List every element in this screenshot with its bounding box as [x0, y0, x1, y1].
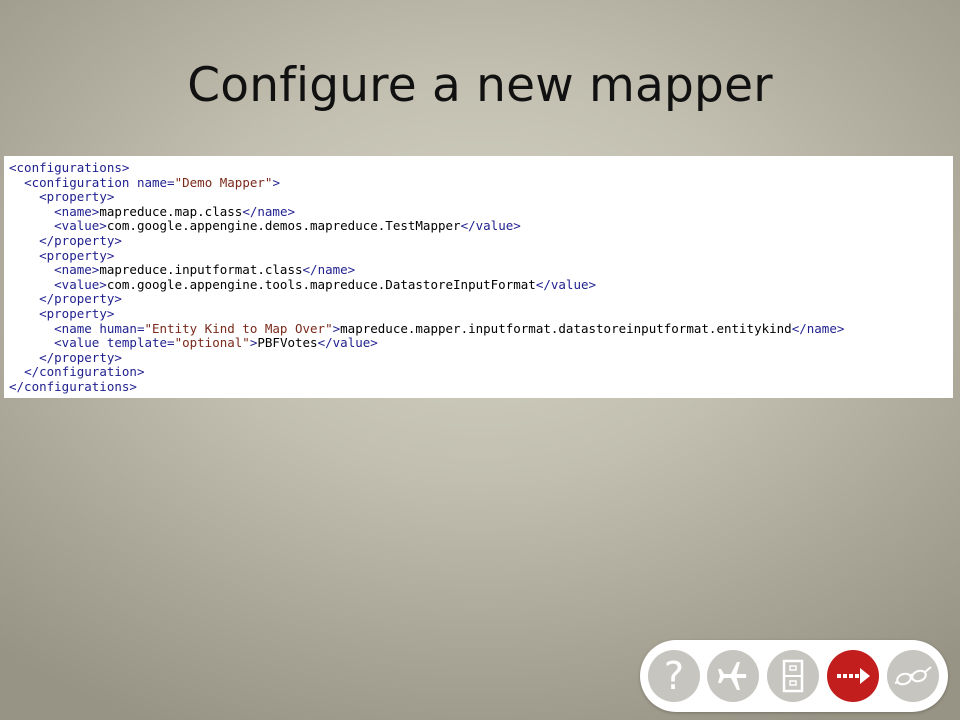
code-token-tag: >	[272, 174, 280, 190]
code-token-tag: </value>	[535, 276, 597, 292]
code-line: </configurations>	[9, 378, 953, 395]
code-line: </property>	[9, 292, 953, 307]
code-token-attr-val: "Entity Kind to Map Over"	[144, 320, 333, 336]
code-token-tag: </property>	[39, 291, 122, 307]
code-token-attr-val: "optional"	[174, 335, 250, 351]
glasses-button[interactable]	[887, 650, 939, 702]
code-line: <name>mapreduce.inputformat.class</name>	[9, 262, 953, 278]
code-token-tag: </configurations>	[9, 378, 137, 394]
help-button[interactable]: ?	[648, 650, 700, 702]
code-token-tag: </name>	[791, 320, 845, 336]
code-token-txt: mapreduce.mapper.inputformat.datastorein…	[340, 320, 792, 336]
code-line: <configuration name="Demo Mapper">	[9, 174, 953, 191]
file-cabinet-icon	[782, 659, 804, 693]
code-line: <name>mapreduce.map.class</name>	[9, 203, 953, 220]
code-token-tag: <property>	[39, 247, 115, 263]
code-line: <value>com.google.appengine.tools.mapred…	[9, 276, 953, 293]
code-token-txt: mapreduce.inputformat.class	[99, 262, 303, 278]
airplane-button[interactable]	[707, 650, 759, 702]
code-token-tag: <property>	[39, 305, 115, 321]
code-line: <name human="Entity Kind to Map Over">ma…	[9, 320, 953, 337]
slide-navigation-bar: ?	[640, 640, 948, 712]
code-token-txt: com.google.appengine.tools.mapreduce.Dat…	[106, 276, 536, 292]
code-token-tag: <name	[54, 320, 100, 336]
code-token-tag: <value	[54, 335, 107, 351]
code-line: </property>	[9, 349, 953, 366]
code-line: </property>	[9, 232, 953, 249]
next-button[interactable]	[827, 650, 879, 702]
code-token-txt: mapreduce.map.class	[99, 203, 243, 219]
dotted-arrow-right-icon	[837, 668, 870, 684]
code-line: </configuration>	[9, 365, 953, 380]
eyeglasses-icon	[894, 666, 932, 686]
code-token-tag: <value>	[54, 218, 107, 234]
code-token-attr-name: human=	[99, 320, 145, 336]
code-line: <property>	[9, 189, 953, 205]
code-token-txt: PBFVotes	[257, 335, 318, 351]
code-line: <value>com.google.appengine.demos.mapred…	[9, 219, 953, 234]
code-token-tag: <value>	[54, 276, 107, 292]
code-token-txt: com.google.appengine.demos.mapreduce.Tes…	[106, 218, 461, 234]
slide-title: Configure a new mapper	[187, 58, 773, 113]
code-token-tag: </name>	[302, 262, 356, 278]
code-token-tag: <name>	[54, 203, 100, 219]
code-token-tag: </property>	[39, 349, 122, 365]
question-mark-icon: ?	[663, 654, 685, 698]
code-token-attr-name: name=	[136, 174, 175, 190]
code-line: <property>	[9, 305, 953, 322]
code-token-tag: </value>	[460, 218, 521, 234]
code-snippet-panel: <configurations> <configuration name="De…	[4, 156, 953, 398]
code-token-tag: <name>	[54, 262, 100, 278]
code-token-tag: <property>	[39, 189, 115, 205]
code-token-tag: <configuration	[24, 174, 137, 190]
code-line: <property>	[9, 247, 953, 264]
code-line: <configurations>	[9, 160, 953, 176]
code-line: <value template="optional">PBFVotes</val…	[9, 335, 953, 351]
airplane-icon	[718, 662, 747, 690]
code-token-tag: </name>	[242, 203, 295, 219]
code-token-tag: <configurations>	[9, 160, 130, 175]
code-token-tag: </configuration>	[24, 364, 145, 380]
code-token-tag: </property>	[39, 232, 122, 248]
code-token-tag: </value>	[317, 335, 378, 351]
cabinet-button[interactable]	[767, 650, 819, 702]
code-token-attr-val: "Demo Mapper"	[174, 174, 273, 190]
code-token-attr-name: template=	[106, 335, 175, 351]
